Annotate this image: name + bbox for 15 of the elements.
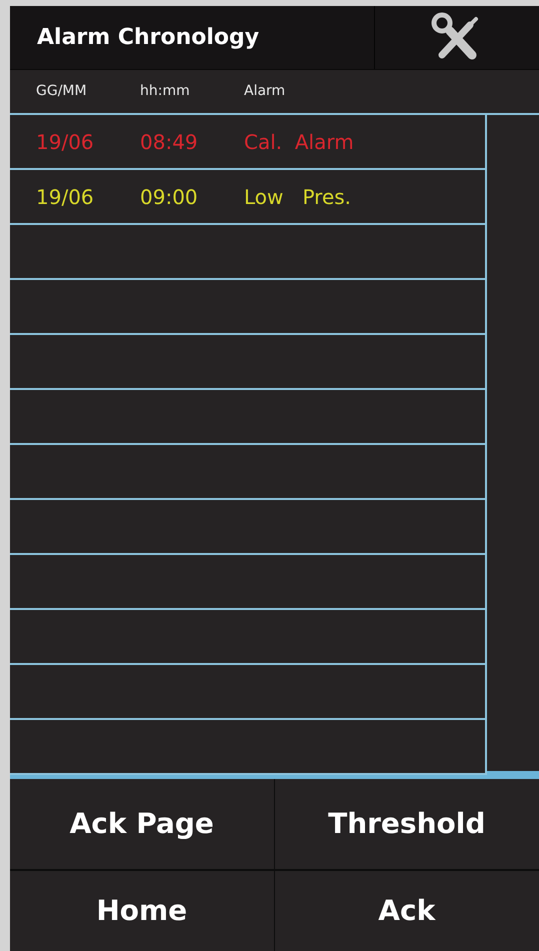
- action-button[interactable]: Threshold: [274, 779, 539, 871]
- alarm-cell: Low Pres.: [244, 184, 352, 208]
- action-button[interactable]: Ack Page: [10, 779, 274, 871]
- date-cell: 19/06: [36, 184, 94, 208]
- alarm-cell: Cal. Alarm: [244, 130, 354, 154]
- time-cell: 08:49: [140, 130, 198, 154]
- scrollbar-track[interactable]: [487, 771, 539, 775]
- action-button[interactable]: Ack: [274, 871, 539, 951]
- screen-title: Alarm Chronology: [37, 24, 260, 52]
- date-cell: 19/06: [36, 130, 94, 154]
- action-button[interactable]: Home: [10, 871, 274, 951]
- time-cell: 09:00: [140, 184, 198, 208]
- column-header: hh:mm: [140, 83, 190, 99]
- column-header: Alarm: [244, 83, 286, 99]
- column-header: GG/MM: [36, 83, 87, 99]
